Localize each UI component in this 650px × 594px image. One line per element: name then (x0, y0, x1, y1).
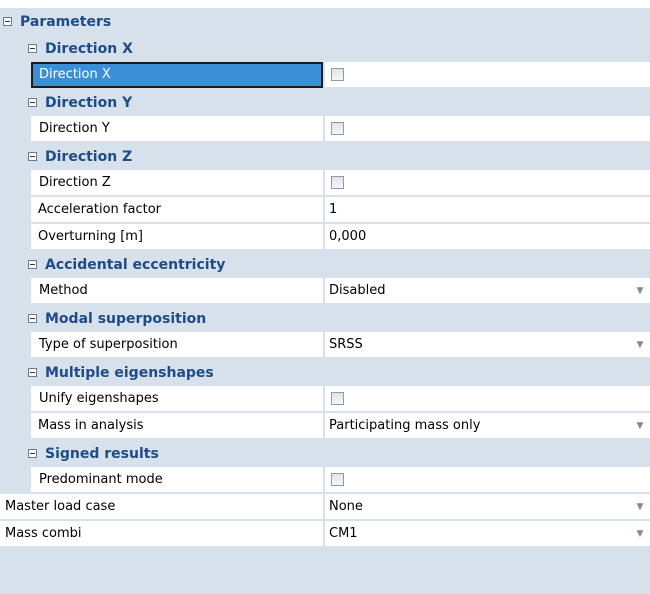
property-value[interactable] (325, 467, 650, 493)
property-name[interactable]: Direction Z (31, 170, 323, 196)
property-row-predominant-mode[interactable]: Predominant mode (0, 467, 650, 494)
property-name[interactable]: Predominant mode (31, 467, 323, 493)
property-name[interactable]: Direction Y (31, 116, 323, 142)
checkbox-icon[interactable] (331, 473, 344, 486)
property-name[interactable]: Mass combi (0, 521, 323, 547)
collapse-icon[interactable] (28, 368, 37, 377)
collapse-icon[interactable] (28, 152, 37, 161)
property-name[interactable]: Overturning [m] (31, 224, 323, 250)
property-row-mass-combi[interactable]: Mass combi CM1 ▼ (0, 521, 650, 548)
section-label: Parameters (20, 13, 112, 30)
property-row-method[interactable]: Method Disabled ▼ (0, 278, 650, 305)
property-row-overturning[interactable]: Overturning [m] 0,000 (0, 224, 650, 251)
property-value-dropdown[interactable]: Participating mass only ▼ (325, 413, 650, 439)
dropdown-arrow-icon[interactable]: ▼ (630, 332, 650, 358)
section-label: Direction X (45, 40, 133, 57)
checkbox-icon[interactable] (331, 68, 344, 81)
property-value[interactable] (325, 62, 650, 88)
collapse-icon[interactable] (28, 98, 37, 107)
property-value[interactable] (325, 386, 650, 412)
property-name[interactable]: Direction X (31, 62, 323, 88)
collapse-icon[interactable] (28, 44, 37, 53)
dropdown-arrow-icon[interactable]: ▼ (630, 521, 650, 547)
top-strip (0, 0, 650, 8)
collapse-icon[interactable] (3, 17, 12, 26)
section-direction-z[interactable]: Direction Z (0, 143, 650, 170)
property-name[interactable]: Acceleration factor (31, 197, 323, 223)
property-value[interactable]: 0,000 (325, 224, 650, 250)
section-label: Multiple eigenshapes (45, 364, 214, 381)
dropdown-value: None (329, 499, 363, 514)
dropdown-value: SRSS (329, 337, 363, 352)
dropdown-arrow-icon[interactable]: ▼ (630, 413, 650, 439)
section-accidental-eccentricity[interactable]: Accidental eccentricity (0, 251, 650, 278)
dropdown-value: Disabled (329, 283, 386, 298)
checkbox-icon[interactable] (331, 392, 344, 405)
property-value-dropdown[interactable]: SRSS ▼ (325, 332, 650, 358)
section-direction-x[interactable]: Direction X (0, 35, 650, 62)
property-value-dropdown[interactable]: CM1 ▼ (325, 521, 650, 547)
dropdown-value: CM1 (329, 526, 358, 541)
collapse-icon[interactable] (28, 260, 37, 269)
property-name[interactable]: Mass in analysis (31, 413, 323, 439)
checkbox-icon[interactable] (331, 176, 344, 189)
property-name[interactable]: Type of superposition (31, 332, 323, 358)
property-value[interactable]: 1 (325, 197, 650, 223)
dropdown-arrow-icon[interactable]: ▼ (630, 494, 650, 520)
section-parameters[interactable]: Parameters (0, 8, 650, 35)
property-grid: Parameters Direction X Direction X Direc… (0, 0, 650, 594)
property-row-master-load-case[interactable]: Master load case None ▼ (0, 494, 650, 521)
section-label: Direction Z (45, 148, 133, 165)
property-value-dropdown[interactable]: None ▼ (325, 494, 650, 520)
section-multiple-eigenshapes[interactable]: Multiple eigenshapes (0, 359, 650, 386)
collapse-icon[interactable] (28, 449, 37, 458)
property-value-dropdown[interactable]: Disabled ▼ (325, 278, 650, 304)
section-label: Direction Y (45, 94, 133, 111)
section-label: Signed results (45, 445, 159, 462)
property-value[interactable] (325, 116, 650, 142)
property-row-mass-in-analysis[interactable]: Mass in analysis Participating mass only… (0, 413, 650, 440)
property-row-direction-y[interactable]: Direction Y (0, 116, 650, 143)
property-name[interactable]: Method (31, 278, 323, 304)
property-row-direction-z[interactable]: Direction Z (0, 170, 650, 197)
property-row-acceleration-factor[interactable]: Acceleration factor 1 (0, 197, 650, 224)
property-row-unify-eigenshapes[interactable]: Unify eigenshapes (0, 386, 650, 413)
section-signed-results[interactable]: Signed results (0, 440, 650, 467)
property-value[interactable] (325, 170, 650, 196)
property-row-type-of-superposition[interactable]: Type of superposition SRSS ▼ (0, 332, 650, 359)
property-row-direction-x[interactable]: Direction X (0, 62, 650, 89)
checkbox-icon[interactable] (331, 122, 344, 135)
property-name[interactable]: Unify eigenshapes (31, 386, 323, 412)
section-label: Modal superposition (45, 310, 207, 327)
section-label: Accidental eccentricity (45, 256, 226, 273)
dropdown-value: Participating mass only (329, 418, 481, 433)
section-direction-y[interactable]: Direction Y (0, 89, 650, 116)
dropdown-arrow-icon[interactable]: ▼ (630, 278, 650, 304)
collapse-icon[interactable] (28, 314, 37, 323)
property-name[interactable]: Master load case (0, 494, 323, 520)
section-modal-superposition[interactable]: Modal superposition (0, 305, 650, 332)
